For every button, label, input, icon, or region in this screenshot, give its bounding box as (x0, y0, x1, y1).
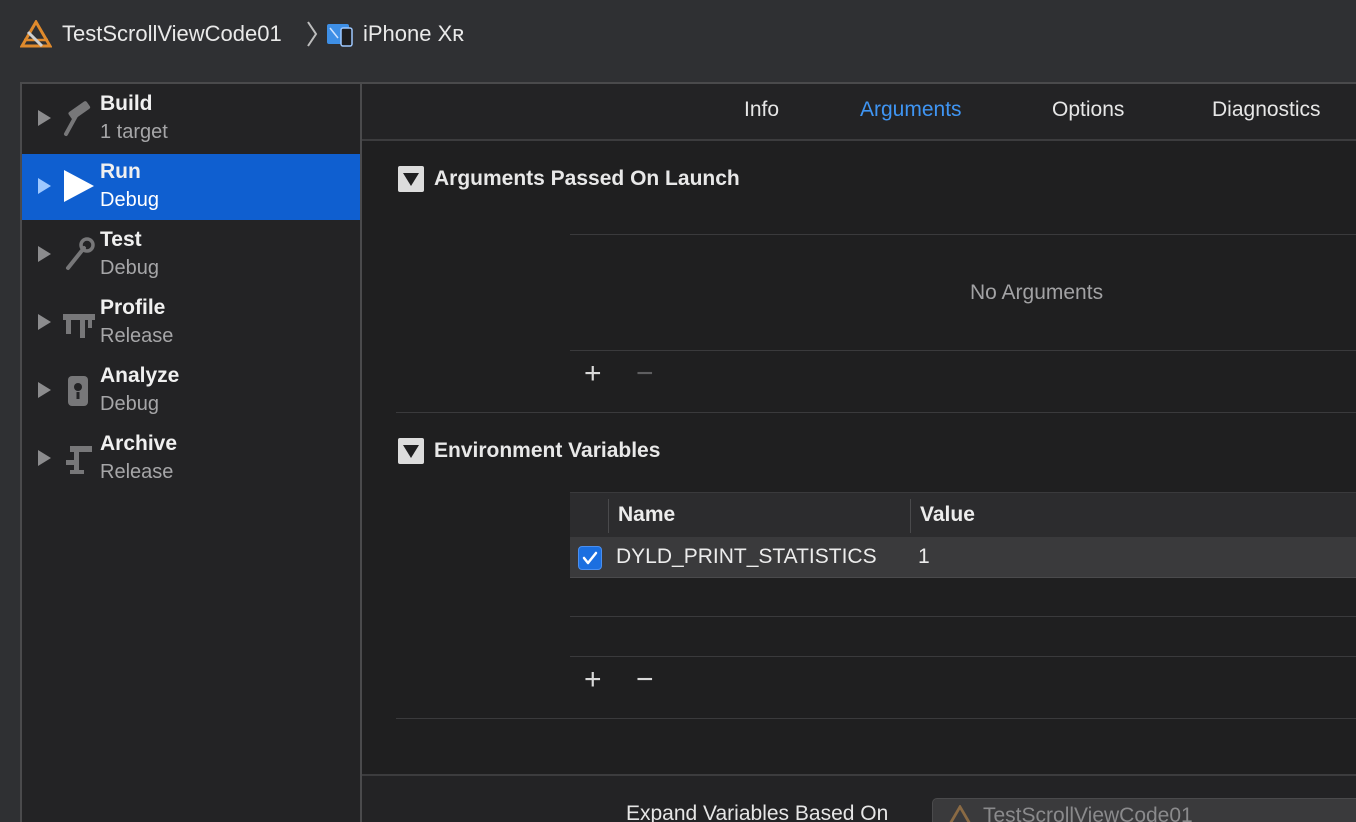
add-env-variable-button[interactable]: + (584, 665, 602, 695)
tab-diagnostics[interactable]: Diagnostics (1212, 98, 1321, 122)
disclosure-triangle-icon[interactable] (38, 178, 51, 194)
sidebar-item-subtitle: Debug (100, 393, 159, 415)
breadcrumb-device[interactable]: iPhone Xʀ (325, 18, 464, 50)
remove-argument-button[interactable]: − (636, 359, 654, 389)
expand-variables-selected: TestScrollViewCode01 (983, 804, 1193, 822)
scheme-action-content: Info Arguments Options Diagnostics Argum… (362, 84, 1356, 822)
expand-variables-bar: Expand Variables Based On TestScrollView… (362, 774, 1356, 822)
env-name-cell[interactable]: DYLD_PRINT_STATISTICS (616, 545, 877, 569)
breadcrumb-device-label: iPhone Xʀ (363, 21, 465, 46)
column-header-value[interactable]: Value (920, 503, 975, 527)
empty-row-divider (570, 656, 1356, 657)
disclosure-triangle-icon[interactable] (38, 246, 51, 262)
arguments-section-title: Arguments Passed On Launch (434, 167, 740, 190)
sidebar-item-title: Test (100, 228, 142, 251)
breadcrumb-project-label: TestScrollViewCode01 (62, 21, 282, 46)
sidebar-item-title: Build (100, 92, 153, 115)
gauge-icon (63, 314, 95, 338)
play-icon (64, 170, 94, 202)
sidebar-item-title: Profile (100, 296, 166, 319)
sidebar-item-title: Run (100, 160, 141, 183)
arguments-disclosure-toggle[interactable] (398, 166, 424, 192)
analyze-icon (68, 376, 88, 406)
table-row[interactable]: DYLD_PRINT_STATISTICS 1 (570, 538, 1356, 578)
sidebar-item-title: Analyze (100, 364, 180, 387)
remove-env-variable-button[interactable]: − (636, 665, 654, 695)
disclosure-triangle-icon[interactable] (38, 382, 51, 398)
tab-bar: Info Arguments Options Diagnostics (362, 84, 1356, 141)
env-enabled-checkbox[interactable] (578, 546, 602, 570)
archive-icon (66, 446, 92, 474)
hammer-icon (64, 101, 91, 136)
column-divider (608, 499, 609, 533)
sidebar-item-run[interactable]: Run Debug (22, 154, 360, 220)
sidebar-item-archive[interactable]: Archive Release (22, 426, 360, 492)
xcode-project-icon (20, 20, 52, 48)
no-arguments-label: No Arguments (970, 281, 1104, 304)
sidebar-item-subtitle: Release (100, 461, 174, 483)
column-divider (910, 499, 911, 533)
sidebar-item-build[interactable]: Build 1 target (22, 86, 360, 152)
empty-row-divider (570, 616, 1356, 617)
disclosure-triangle-icon[interactable] (38, 450, 51, 466)
sidebar-item-analyze[interactable]: Analyze Debug (22, 358, 360, 424)
divider (570, 350, 1356, 351)
tab-arguments[interactable]: Arguments (860, 98, 962, 122)
scheme-action-sidebar: Build 1 target Run Debug Test Debug Prof… (22, 84, 362, 822)
divider (570, 234, 1356, 235)
sidebar-item-title: Archive (100, 432, 178, 455)
env-table-header: Name Value (570, 492, 1356, 538)
sidebar-item-profile[interactable]: Profile Release (22, 290, 360, 356)
section-divider (396, 412, 1356, 413)
simulator-icon (327, 24, 353, 47)
env-section-title: Environment Variables (434, 439, 661, 462)
expand-variables-label: Expand Variables Based On (626, 802, 889, 822)
tab-info[interactable]: Info (744, 98, 779, 122)
sidebar-item-test[interactable]: Test Debug (22, 222, 360, 288)
env-value-cell[interactable]: 1 (918, 545, 930, 569)
disclosure-triangle-icon[interactable] (38, 110, 51, 126)
add-argument-button[interactable]: + (584, 359, 602, 389)
xcode-project-icon (949, 805, 971, 822)
scheme-editor-window: Build 1 target Run Debug Test Debug Prof… (20, 82, 1356, 822)
sidebar-item-subtitle: Debug (100, 257, 159, 279)
disclosure-triangle-icon[interactable] (38, 314, 51, 330)
env-disclosure-toggle[interactable] (398, 438, 424, 464)
sidebar-item-subtitle: 1 target (100, 121, 168, 143)
breadcrumb-project[interactable]: TestScrollViewCode01 (20, 18, 282, 50)
section-divider (396, 718, 1356, 719)
expand-variables-popup[interactable]: TestScrollViewCode01 (932, 798, 1356, 822)
chevron-right-icon (307, 21, 318, 47)
tab-options[interactable]: Options (1052, 98, 1124, 122)
wrench-icon (66, 237, 95, 270)
checkmark-icon (582, 551, 598, 565)
sidebar-item-subtitle: Release (100, 325, 174, 347)
sidebar-item-subtitle: Debug (100, 189, 159, 211)
column-header-name[interactable]: Name (618, 503, 675, 527)
toolbar: TestScrollViewCode01 iPhone Xʀ (0, 0, 1356, 82)
